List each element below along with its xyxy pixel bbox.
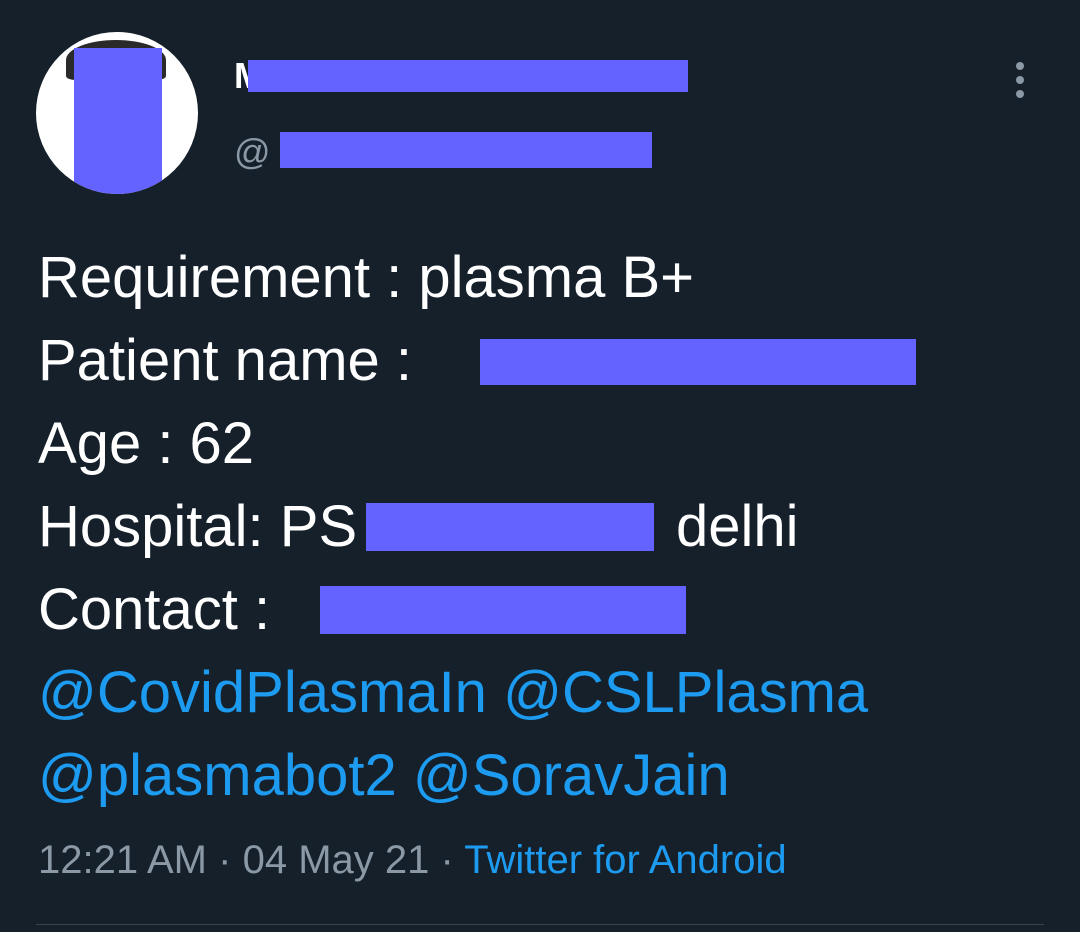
tweet-line-hospital: Hospital: PS delhi [38, 485, 1048, 568]
tweet-line-requirement: Requirement : plasma B+ [38, 236, 1048, 319]
mention-cslplasma[interactable]: @CSLPlasma [503, 660, 868, 725]
tweet: M @ Requirement : plasma B+ Patient name… [0, 0, 1080, 932]
contact-text: Contact : [38, 577, 271, 642]
user-handle-text: @ [234, 132, 271, 172]
more-dot [1016, 90, 1024, 98]
avatar-redaction [74, 48, 162, 194]
user-handle-redaction [280, 132, 652, 168]
tweet-line-patient: Patient name : [38, 319, 1048, 402]
mention-soravjain[interactable]: @SoravJain [413, 743, 730, 808]
tweet-text: Requirement : plasma B+ Patient name : A… [38, 236, 1048, 817]
more-options-icon[interactable] [1006, 58, 1034, 102]
display-name-redaction [248, 60, 688, 92]
hospital-redaction [366, 503, 654, 551]
mention-covidplasmain[interactable]: @CovidPlasmaIn [38, 660, 487, 725]
contact-redaction [320, 586, 686, 634]
more-dot [1016, 76, 1024, 84]
tweet-source-link[interactable]: Twitter for Android [464, 838, 786, 882]
tweet-line-contact: Contact : [38, 568, 1048, 651]
tweet-line-mentions-1: @CovidPlasmaIn @CSLPlasma [38, 651, 1048, 734]
mention-plasmabot2[interactable]: @plasmabot2 [38, 743, 397, 808]
hospital-suffix-text: delhi [676, 494, 799, 559]
meta-separator: · [440, 838, 454, 882]
patient-text: Patient name : [38, 328, 412, 393]
meta-separator: · [218, 838, 232, 882]
age-text: Age : 62 [38, 411, 255, 476]
hospital-text: Hospital: PS [38, 494, 358, 559]
more-dot [1016, 62, 1024, 70]
divider [36, 924, 1044, 925]
requirement-text: Requirement : plasma B+ [38, 245, 695, 310]
tweet-meta: 12:21 AM · 04 May 21 · Twitter for Andro… [38, 834, 787, 886]
tweet-date[interactable]: 04 May 21 [243, 838, 430, 882]
patient-name-redaction [480, 339, 916, 385]
tweet-time[interactable]: 12:21 AM [38, 838, 207, 882]
tweet-line-mentions-2: @plasmabot2 @SoravJain [38, 734, 1048, 817]
avatar[interactable] [36, 32, 198, 194]
tweet-line-age: Age : 62 [38, 402, 1048, 485]
